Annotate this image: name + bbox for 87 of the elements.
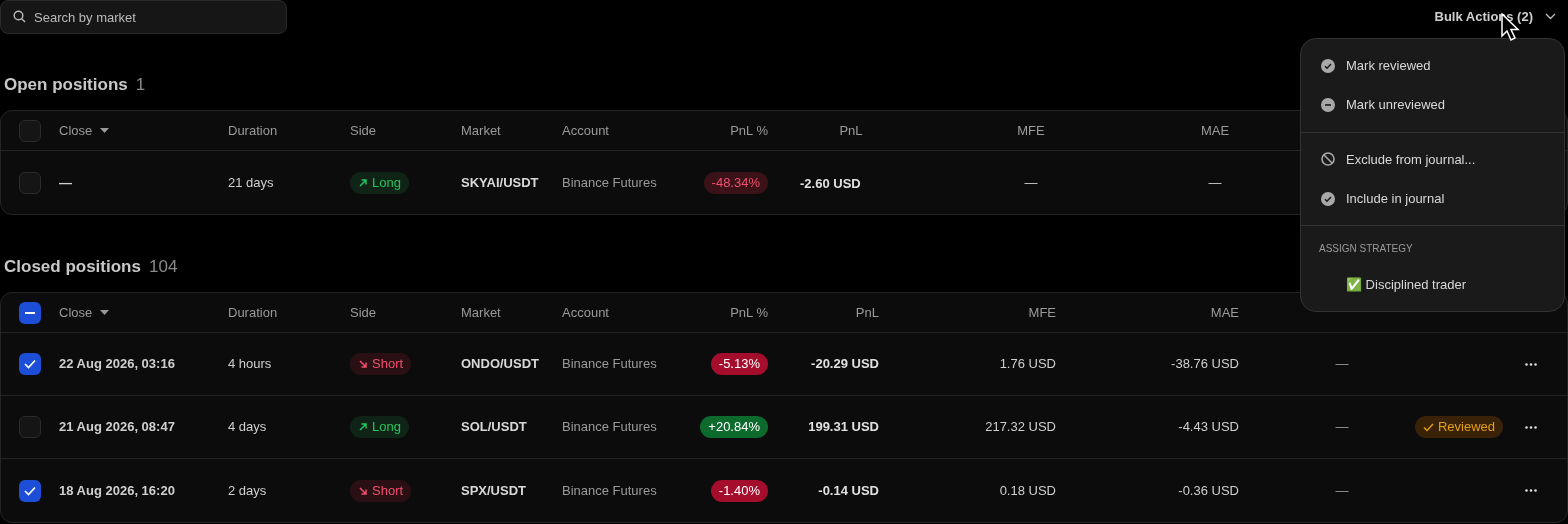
menu-item[interactable]: Mark reviewed: [1301, 46, 1564, 86]
close-time: 21 Aug 2026, 08:47: [59, 418, 176, 437]
menu-heading: ASSIGN STRATEGY: [1318, 242, 1414, 257]
chevron-down-icon: [1545, 13, 1556, 21]
pnl-percent-badge: -1.40%: [710, 479, 768, 502]
check-circle-icon: [1321, 58, 1335, 73]
rr-value: —: [1335, 418, 1349, 437]
more-options-icon[interactable]: [1525, 489, 1537, 492]
account: Binance Futures: [562, 418, 658, 437]
close-time: 22 Aug 2026, 03:16: [59, 355, 176, 374]
menu-item[interactable]: Mark unreviewed: [1301, 85, 1564, 125]
rr-value: —: [1335, 355, 1349, 374]
mfe-value: 1.76 USD: [999, 355, 1056, 374]
section-count: 104: [148, 256, 178, 278]
pnl-value: -2.60 USD: [800, 175, 861, 191]
side-badge: Long: [350, 171, 409, 194]
menu-item[interactable]: Exclude from journal...: [1301, 139, 1564, 179]
duration: 21 days: [228, 173, 275, 192]
section-title: Closed positions: [4, 256, 141, 278]
menu-item[interactable]: Include in journal: [1301, 178, 1564, 219]
column-header[interactable]: Account: [562, 302, 609, 323]
account: Binance Futures: [562, 355, 658, 374]
column-header[interactable]: Close: [59, 302, 93, 323]
duration: 2 days: [228, 481, 268, 500]
account: Binance Futures: [562, 173, 658, 192]
side-badge: Long: [350, 416, 409, 438]
mae-value: -38.76 USD: [1171, 355, 1239, 374]
pnl-value: -20.29 USD: [811, 355, 879, 374]
section-count: 1: [135, 74, 146, 96]
mfe-value: 217.32 USD: [985, 418, 1056, 437]
market: SKYAI/USDT: [461, 173, 540, 192]
mae-value: -4.43 USD: [1178, 418, 1239, 437]
column-header[interactable]: Duration: [228, 302, 278, 323]
side-badge: Short: [350, 353, 412, 375]
checkmark-icon: [24, 485, 36, 496]
column-header[interactable]: PnL: [855, 302, 879, 323]
checkbox[interactable]: [19, 301, 41, 324]
checkbox[interactable]: [19, 353, 41, 375]
checkbox[interactable]: [19, 479, 41, 502]
mfe-value: 0.18 USD: [999, 481, 1056, 500]
column-header[interactable]: MAE: [1210, 302, 1239, 323]
pnl-value: 199.31 USD: [808, 418, 879, 437]
close-time: 18 Aug 2026, 16:20: [59, 481, 176, 500]
mae-value: —: [1208, 173, 1222, 192]
mae-value: -0.36 USD: [1178, 481, 1239, 500]
search-field[interactable]: Search by market: [0, 0, 287, 34]
checkbox[interactable]: [19, 119, 41, 142]
checkbox[interactable]: [19, 171, 41, 194]
column-header[interactable]: MFE: [1028, 302, 1056, 323]
minus-icon: [25, 311, 35, 314]
column-header[interactable]: Account: [562, 120, 609, 141]
pnl-percent-badge: -48.34%: [703, 171, 768, 194]
column-header[interactable]: Duration: [228, 120, 278, 141]
column-header[interactable]: MFE: [1017, 120, 1045, 141]
pnl-value: -0.14 USD: [818, 481, 879, 500]
market: SOL/USDT: [461, 418, 528, 437]
column-header[interactable]: Close: [59, 120, 93, 141]
column-header[interactable]: Market: [461, 120, 501, 141]
more-options-icon[interactable]: [1525, 362, 1537, 366]
checkmark-icon: [24, 359, 36, 369]
market: SPX/USDT: [461, 481, 527, 500]
minus-circle-icon: [1321, 97, 1335, 112]
column-header[interactable]: PnL: [839, 120, 863, 141]
column-header[interactable]: PnL %: [730, 120, 768, 141]
mfe-value: —: [1024, 173, 1038, 192]
ban-icon: [1321, 152, 1335, 167]
checkbox[interactable]: [19, 416, 41, 438]
search-icon: [13, 10, 26, 23]
column-header[interactable]: MAE: [1200, 120, 1230, 141]
more-options-icon[interactable]: [1525, 425, 1537, 429]
close-time: —: [59, 173, 73, 192]
account: Binance Futures: [562, 481, 658, 500]
side-badge: Short: [350, 479, 412, 502]
market: ONDO/USDT: [461, 355, 540, 374]
pnl-percent-badge: -5.13%: [710, 353, 768, 375]
duration: 4 days: [228, 418, 268, 437]
menu-item[interactable]: ✅ Disciplined trader: [1301, 264, 1564, 304]
column-header[interactable]: PnL %: [730, 302, 768, 323]
duration: 4 hours: [228, 355, 273, 374]
pnl-percent-badge: +20.84%: [700, 416, 768, 438]
rr-value: —: [1335, 481, 1349, 500]
column-header[interactable]: Side: [350, 302, 377, 323]
column-header[interactable]: Side: [350, 120, 377, 141]
check-circle-icon: [1321, 191, 1335, 206]
reviewed-badge: Reviewed: [1414, 416, 1503, 438]
section-title: Open positions: [4, 74, 128, 96]
column-header[interactable]: Market: [461, 302, 501, 323]
